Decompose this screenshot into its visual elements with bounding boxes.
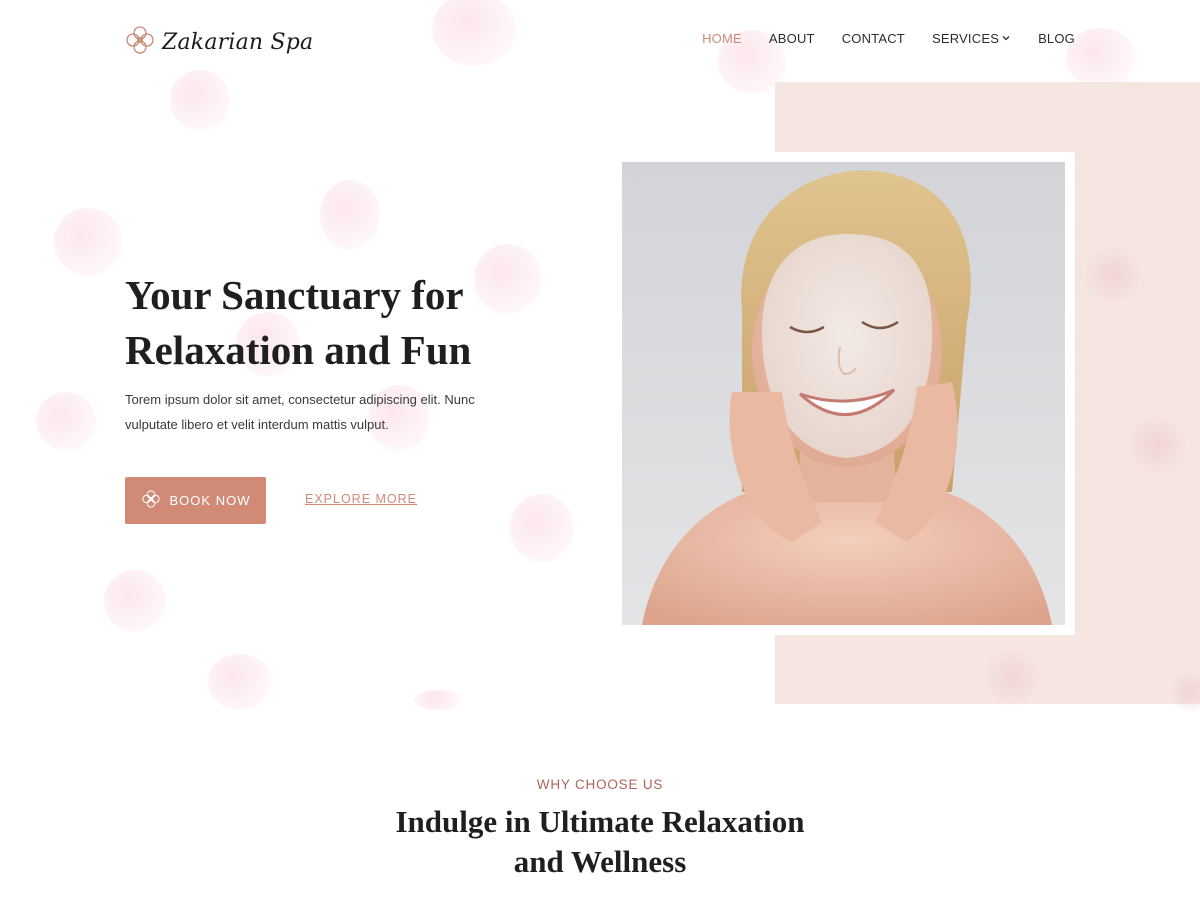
section-eyebrow: WHY CHOOSE US bbox=[536, 777, 664, 792]
decor-dot bbox=[320, 180, 380, 250]
nav-services[interactable]: SERVICES bbox=[932, 31, 1011, 46]
hero-title: Your Sanctuary for Relaxation and Fun bbox=[125, 268, 585, 378]
nav-blog[interactable]: BLOG bbox=[1038, 31, 1075, 46]
section-title-line2: and Wellness bbox=[513, 844, 687, 879]
brand-name: Zakarian Spa bbox=[162, 29, 314, 55]
nav-services-label: SERVICES bbox=[931, 31, 1000, 46]
decor-dot bbox=[36, 392, 96, 450]
site-logo[interactable]: Zakarian Spa bbox=[124, 24, 313, 60]
decor-dot bbox=[1083, 242, 1143, 308]
decor-dot bbox=[510, 494, 574, 562]
chevron-down-icon bbox=[1001, 31, 1011, 46]
site-header: Zakarian Spa HOME ABOUT CONTACT SERVICES… bbox=[0, 0, 1200, 82]
flower-icon bbox=[141, 489, 161, 512]
decor-dot bbox=[54, 208, 122, 276]
hero-subtitle: Torem ipsum dolor sit amet, consectetur … bbox=[125, 392, 475, 432]
decor-dot bbox=[1165, 672, 1200, 712]
hero-image bbox=[622, 162, 1065, 625]
hero-title-line2: Relaxation and Fun bbox=[125, 327, 472, 373]
decor-dot bbox=[414, 690, 464, 710]
flower-icon bbox=[124, 24, 156, 60]
hero-title-line1: Your Sanctuary for bbox=[125, 272, 464, 318]
decor-dot bbox=[1125, 412, 1189, 478]
main-nav: HOME ABOUT CONTACT SERVICES BLOG bbox=[702, 31, 1075, 46]
nav-about[interactable]: ABOUT bbox=[769, 31, 815, 46]
hero-image-frame bbox=[612, 152, 1075, 635]
book-now-button[interactable]: BOOK NOW bbox=[125, 477, 266, 524]
decor-dot bbox=[104, 570, 166, 632]
decor-dot bbox=[980, 647, 1044, 707]
nav-contact[interactable]: CONTACT bbox=[842, 31, 905, 46]
section-title-line1: Indulge in Ultimate Relaxation bbox=[395, 804, 805, 839]
explore-more-link[interactable]: EXPLORE MORE bbox=[305, 492, 417, 506]
section-title: Indulge in Ultimate Relaxation and Welln… bbox=[0, 802, 1200, 882]
book-now-label: BOOK NOW bbox=[169, 493, 251, 508]
decor-dot bbox=[208, 654, 272, 710]
nav-home[interactable]: HOME bbox=[702, 31, 742, 46]
